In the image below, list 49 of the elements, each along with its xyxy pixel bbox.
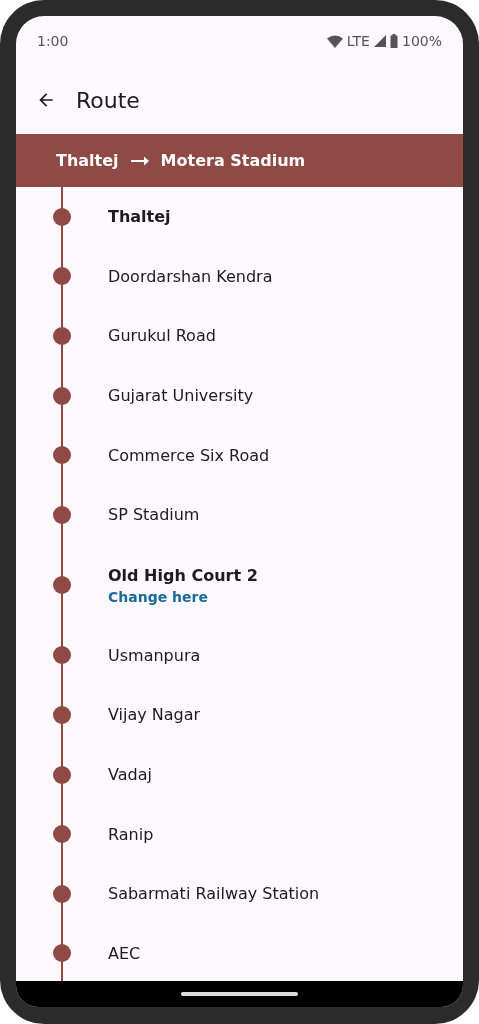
station-name: Vijay Nagar xyxy=(108,705,202,725)
station-name: Usmanpura xyxy=(108,645,202,665)
station-name: Vadaj xyxy=(108,765,153,785)
station-dot xyxy=(53,765,71,784)
station-dot xyxy=(53,705,71,724)
station-row[interactable]: Vijay Nagar xyxy=(16,685,463,745)
station-row[interactable]: Gurukul Road xyxy=(16,306,463,366)
station-row[interactable]: Old High Court 2 Change here xyxy=(16,544,463,626)
station-name: Gurukul Road xyxy=(108,326,217,346)
station-dot xyxy=(53,576,71,595)
battery-icon xyxy=(389,34,398,48)
station-row[interactable]: Gujarat University xyxy=(16,365,463,426)
station-row[interactable]: Commerce Six Road xyxy=(16,425,463,485)
station-dot xyxy=(53,825,71,844)
status-time: 1:00 xyxy=(37,33,69,49)
station-row[interactable]: Doordarshan Kendra xyxy=(16,246,463,307)
station-dot xyxy=(53,446,71,465)
station-name: Thaltej xyxy=(108,207,172,227)
station-name: Old High Court 2 xyxy=(108,565,259,585)
station-dot xyxy=(53,207,71,226)
page-title: Route xyxy=(76,87,140,113)
station-dot xyxy=(53,267,71,286)
station-name: Doordarshan Kendra xyxy=(108,266,274,286)
station-row[interactable]: Usmanpura xyxy=(16,625,463,686)
station-name: Sabarmati Railway Station xyxy=(108,884,321,904)
origin-station: Thaltej xyxy=(56,151,119,170)
station-row[interactable]: Sabarmati Railway Station xyxy=(16,863,463,924)
station-name: Gujarat University xyxy=(108,386,255,406)
arrow-icon xyxy=(130,155,149,166)
station-name: Commerce Six Road xyxy=(108,445,271,465)
station-dot xyxy=(53,327,71,345)
signal-icon xyxy=(373,35,386,47)
station-dot xyxy=(53,944,71,963)
station-row[interactable]: Ranip xyxy=(16,804,463,864)
station-name: SP Stadium xyxy=(108,505,201,525)
network-label: LTE xyxy=(346,33,370,49)
destination-station: Motera Stadium xyxy=(160,151,306,170)
station-name: Ranip xyxy=(108,824,155,844)
station-row[interactable]: Vadaj xyxy=(16,744,463,805)
station-dot xyxy=(53,884,71,903)
station-row[interactable]: SP Stadium xyxy=(16,484,463,545)
station-dot xyxy=(53,386,71,405)
station-row[interactable]: Thaltej xyxy=(16,187,463,247)
change-note: Change here xyxy=(108,588,209,605)
station-dot xyxy=(53,646,71,665)
wifi-icon xyxy=(326,34,343,48)
station-name: AEC xyxy=(108,943,142,963)
battery-level: 100% xyxy=(401,33,442,49)
station-dot xyxy=(53,505,71,524)
